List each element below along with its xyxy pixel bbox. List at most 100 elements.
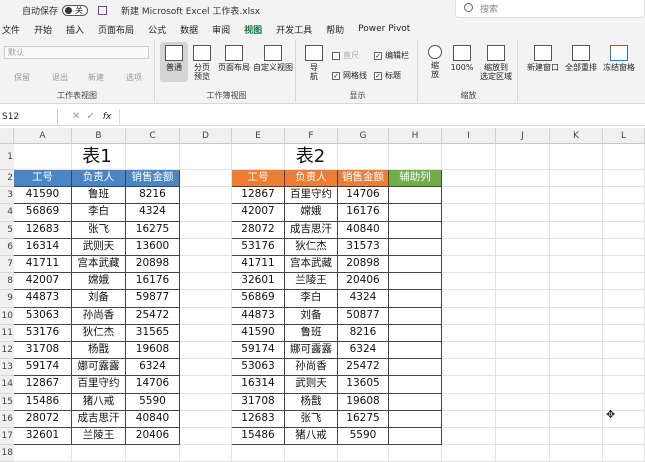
table1-header-cell[interactable]: 工号 — [14, 170, 72, 188]
table2-cell[interactable]: 宫本武藏 — [285, 256, 338, 274]
grid-cell[interactable] — [389, 445, 442, 462]
table2-cell[interactable]: 13605 — [338, 376, 389, 394]
table2-cell[interactable] — [389, 238, 442, 256]
table1-cell[interactable]: 8216 — [126, 187, 180, 205]
table1-cell[interactable]: 16314 — [14, 238, 72, 256]
column-header-B[interactable]: B — [72, 128, 126, 144]
row-header-10[interactable]: 10 — [0, 307, 14, 325]
grid-cell[interactable] — [180, 238, 232, 256]
table2-cell[interactable] — [389, 359, 442, 377]
grid-cell[interactable] — [496, 428, 550, 446]
grid-cell[interactable] — [496, 359, 550, 377]
grid-cell[interactable] — [442, 359, 496, 377]
table1-cell[interactable]: 41590 — [14, 187, 72, 205]
table1-cell[interactable]: 嫦娥 — [72, 273, 126, 291]
table2-cell[interactable]: 41590 — [232, 324, 285, 342]
table2-cell[interactable]: 15486 — [232, 428, 285, 446]
table2-cell[interactable]: 李白 — [285, 290, 338, 308]
column-header-E[interactable]: E — [232, 128, 285, 144]
row-header-15[interactable]: 15 — [0, 393, 14, 411]
grid-cell[interactable] — [180, 273, 232, 291]
table2-cell[interactable] — [389, 376, 442, 394]
table2-cell[interactable] — [389, 307, 442, 325]
grid-cell[interactable] — [550, 445, 603, 462]
table1-cell[interactable]: 44873 — [14, 290, 72, 308]
grid-cell[interactable] — [442, 307, 496, 325]
grid-cell[interactable] — [603, 204, 645, 222]
grid-cell[interactable] — [180, 428, 232, 446]
table2-cell[interactable]: 14706 — [338, 187, 389, 205]
grid-cell[interactable] — [180, 307, 232, 325]
ruler-checkbox[interactable]: 直尺 — [332, 50, 359, 61]
row-header-8[interactable]: 8 — [0, 273, 14, 291]
grid-cell[interactable] — [603, 170, 645, 188]
column-header-D[interactable]: D — [180, 128, 232, 144]
grid-cell[interactable] — [603, 428, 645, 446]
table2-cell[interactable]: 鲁班 — [285, 324, 338, 342]
grid-cell[interactable] — [550, 256, 603, 274]
grid-cell[interactable] — [496, 256, 550, 274]
table2-cell[interactable]: 42007 — [232, 204, 285, 222]
grid-cell[interactable] — [180, 170, 232, 188]
table2-cell[interactable]: 59174 — [232, 342, 285, 360]
grid-cell[interactable] — [496, 410, 550, 428]
grid-cell[interactable] — [496, 342, 550, 360]
table1-cell[interactable]: 狄仁杰 — [72, 324, 126, 342]
grid-cell[interactable] — [603, 359, 645, 377]
table2-cell[interactable]: 50877 — [338, 307, 389, 325]
grid-cell[interactable] — [442, 428, 496, 446]
tab-formulas[interactable]: 公式 — [141, 23, 173, 36]
headings-checkbox[interactable]: ✓ 标题 — [374, 70, 401, 81]
grid-cell[interactable] — [496, 204, 550, 222]
grid-cell[interactable] — [496, 144, 550, 170]
tab-review[interactable]: 审阅 — [205, 23, 237, 36]
grid-cell[interactable] — [496, 221, 550, 239]
grid-cell[interactable] — [603, 307, 645, 325]
column-header-H[interactable]: H — [389, 128, 442, 144]
table2-cell[interactable]: 16275 — [338, 410, 389, 428]
table1-cell[interactable]: 16275 — [126, 221, 180, 239]
table2-cell[interactable]: 40840 — [338, 221, 389, 239]
table1-cell[interactable]: 25472 — [126, 307, 180, 325]
new-view-button[interactable]: 新建 — [88, 72, 104, 83]
table1-cell[interactable]: 31708 — [14, 342, 72, 360]
grid-cell[interactable] — [550, 376, 603, 394]
table2-header-cell[interactable]: 工号 — [232, 170, 285, 188]
grid-cell[interactable] — [550, 428, 603, 446]
grid-cell[interactable] — [550, 342, 603, 360]
grid-cell[interactable] — [442, 221, 496, 239]
navigation-button[interactable]: 导 航 — [304, 45, 324, 81]
grid-cell[interactable] — [442, 256, 496, 274]
table2-header-cell[interactable]: 销售金额 — [338, 170, 389, 188]
table2-cell[interactable]: 20898 — [338, 256, 389, 274]
spreadsheet-grid[interactable]: A B C D E F G H I J K L 1 2 3 4 5 6 7 8 9 10 11 12 13 14 15 16 17 18 表… — [0, 128, 645, 462]
tab-power-pivot[interactable]: Power Pivot — [351, 24, 417, 34]
table1-cell[interactable]: 41711 — [14, 256, 72, 274]
grid-cell[interactable] — [550, 273, 603, 291]
grid-cell[interactable] — [180, 187, 232, 205]
table2-cell[interactable]: 16314 — [232, 376, 285, 394]
row-header-5[interactable]: 5 — [0, 221, 14, 239]
grid-cell[interactable] — [496, 445, 550, 462]
table2-cell[interactable] — [389, 393, 442, 411]
table2-cell[interactable]: 娜可露露 — [285, 342, 338, 360]
formula-bar-checkbox[interactable]: ✓ 编辑栏 — [374, 50, 409, 61]
custom-view-button[interactable]: 自定义视图 — [252, 45, 294, 72]
keep-button[interactable]: 保留 — [14, 72, 30, 83]
table2-cell[interactable]: 孙尚香 — [285, 359, 338, 377]
table1-cell[interactable]: 15486 — [14, 393, 72, 411]
grid-cell[interactable] — [496, 307, 550, 325]
grid-cell[interactable] — [550, 187, 603, 205]
table2-cell[interactable] — [389, 256, 442, 274]
table2-cell[interactable] — [389, 410, 442, 428]
table1-cell[interactable]: 28072 — [14, 410, 72, 428]
sheet-view-dropdown[interactable]: 默认 — [4, 46, 149, 59]
grid-cell[interactable] — [603, 273, 645, 291]
table1-cell[interactable]: 孙尚香 — [72, 307, 126, 325]
grid-cell[interactable] — [180, 144, 232, 170]
grid-cell[interactable] — [603, 221, 645, 239]
row-header-2[interactable]: 2 — [0, 170, 14, 188]
grid-cell[interactable] — [496, 290, 550, 308]
table1-cell[interactable]: 4324 — [126, 204, 180, 222]
grid-cell[interactable] — [180, 221, 232, 239]
